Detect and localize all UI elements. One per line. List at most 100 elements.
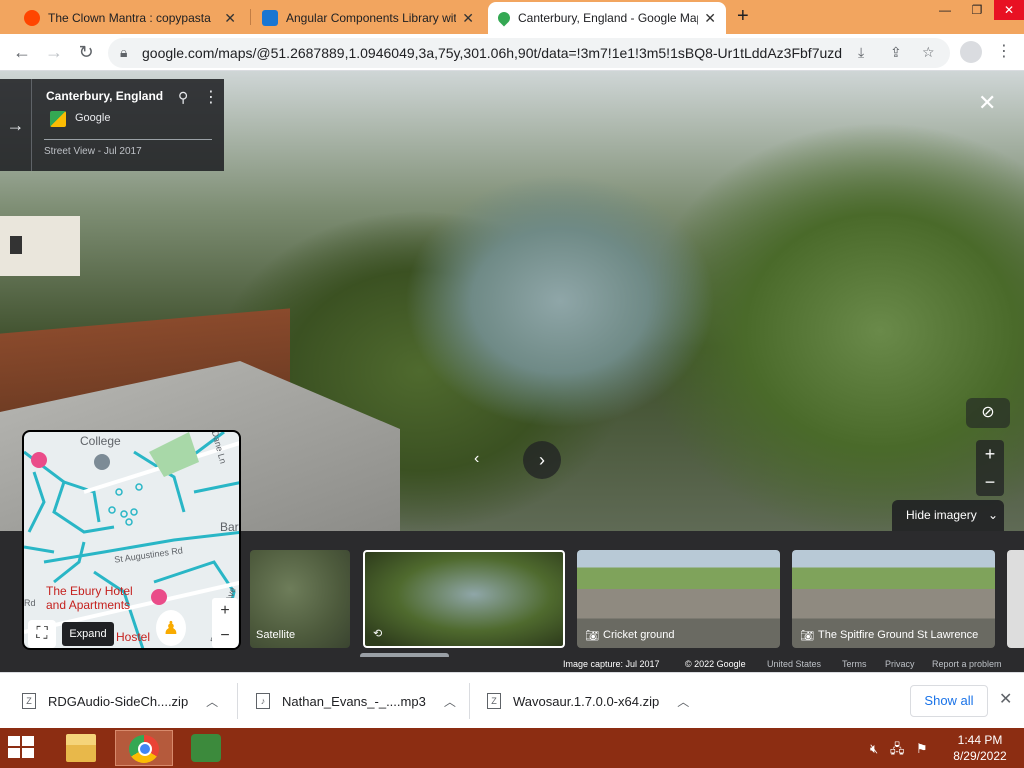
map-road-label: Rd bbox=[24, 598, 36, 608]
network-icon[interactable]: 🖧 bbox=[890, 741, 905, 756]
windows-taskbar: 🔇︎ 🖧 ⚑ 1:44 PM 8/29/2022 bbox=[0, 728, 1024, 768]
chevron-up-icon[interactable]: ︿ bbox=[444, 693, 456, 710]
tab-separator bbox=[250, 9, 251, 25]
photo-thumbnail[interactable]: 📷︎ Cricket ground bbox=[577, 550, 780, 648]
hide-imagery-label: Hide imagery bbox=[906, 508, 977, 522]
zoom-in-icon[interactable]: + bbox=[976, 440, 1004, 468]
expand-tooltip: Expand bbox=[62, 622, 114, 646]
report-problem-link[interactable]: Report a problem bbox=[932, 659, 1002, 669]
camera-icon: 📷︎ bbox=[800, 630, 814, 642]
clock-date[interactable]: 8/29/2022 bbox=[948, 749, 1012, 763]
hide-imagery-button[interactable]: Hide imagery ⌄ bbox=[892, 500, 1004, 531]
download-filename: Nathan_Evans_-_....mp3 bbox=[282, 693, 426, 709]
system-tray: 🔇︎ 🖧 ⚑ bbox=[870, 740, 928, 762]
privacy-link[interactable]: Privacy bbox=[885, 659, 915, 669]
clock-time[interactable]: 1:44 PM bbox=[955, 733, 1005, 747]
action-center-icon[interactable]: ⚑ bbox=[916, 741, 928, 756]
window-close-icon[interactable]: ✕ bbox=[994, 0, 1024, 20]
photo-thumbnail[interactable]: 📷︎ The Spitfire Ground St Lawrence bbox=[792, 550, 995, 648]
game-app-icon[interactable] bbox=[177, 730, 235, 766]
chrome-center-shape bbox=[138, 742, 152, 756]
chevron-up-icon[interactable]: ︿ bbox=[206, 693, 218, 710]
zoom-out-icon[interactable]: − bbox=[976, 468, 1004, 496]
pegman-icon[interactable]: ♟ bbox=[156, 610, 186, 646]
tab-reddit[interactable]: The Clown Mantra : copypasta ✕ bbox=[14, 2, 246, 34]
forward-icon[interactable]: → bbox=[42, 41, 66, 65]
audio-file-icon: ♪ bbox=[256, 693, 270, 709]
compass-icon[interactable]: ⊘ bbox=[966, 398, 1010, 428]
camera-icon: 📷︎ bbox=[585, 630, 599, 642]
minimap-roads bbox=[24, 432, 239, 648]
download-item[interactable]: ♪ Nathan_Evans_-_....mp3 ︿ bbox=[256, 673, 456, 729]
country-link[interactable]: United States bbox=[767, 659, 821, 669]
close-tab-icon[interactable]: ✕ bbox=[704, 10, 716, 27]
chrome-icon[interactable] bbox=[115, 730, 173, 766]
thumbnail-label: The Spitfire Ground St Lawrence bbox=[818, 629, 979, 641]
map-poi-hotel[interactable]: The Ebury Hotel and Apartments bbox=[46, 584, 156, 612]
zoom-in-icon[interactable]: + bbox=[212, 598, 238, 623]
back-icon[interactable]: ← bbox=[10, 41, 34, 65]
map-poi-hostel[interactable]: Hostel bbox=[116, 630, 150, 644]
thumbnail-label: Cricket ground bbox=[603, 629, 675, 641]
volume-muted-icon[interactable]: 🔇︎ bbox=[870, 741, 878, 756]
divider bbox=[44, 139, 212, 140]
profile-avatar-icon[interactable] bbox=[960, 41, 982, 63]
close-street-view-icon[interactable]: ✕ bbox=[978, 90, 996, 116]
chevron-up-icon[interactable]: ︿ bbox=[677, 693, 689, 710]
location-pin-icon[interactable]: ⚲ bbox=[178, 89, 188, 106]
download-item[interactable]: Z Wavosaur.1.7.0.0-x64.zip ︿ bbox=[487, 673, 689, 729]
menu-kebab-icon[interactable]: ⋮ bbox=[996, 41, 1012, 61]
back-arrow-icon[interactable]: → bbox=[0, 79, 32, 171]
url-text: google.com/maps/@51.2687889,1.0946049,3a… bbox=[142, 45, 842, 61]
terms-link[interactable]: Terms bbox=[842, 659, 867, 669]
address-bar[interactable]: 🔒︎ google.com/maps/@51.2687889,1.0946049… bbox=[108, 38, 950, 68]
google-logo-icon bbox=[50, 111, 66, 127]
360-icon: ⟲ bbox=[373, 628, 383, 640]
zoom-out-icon[interactable]: − bbox=[212, 623, 238, 648]
expand-map-icon[interactable]: ⛶ bbox=[28, 620, 56, 648]
share-icon[interactable]: ⇪ bbox=[890, 44, 902, 61]
download-filename: RDGAudio-SideCh....zip bbox=[48, 693, 189, 709]
satellite-thumbnail[interactable]: Satellite bbox=[250, 550, 350, 648]
file-explorer-icon[interactable] bbox=[52, 730, 110, 766]
current-streetview-thumbnail[interactable]: ⟲ bbox=[363, 550, 565, 648]
capture-date-label[interactable]: Street View - Jul 2017 bbox=[44, 146, 142, 157]
chevron-right-icon[interactable]: › bbox=[523, 441, 561, 479]
minimap-zoom: + − bbox=[212, 598, 238, 648]
provider-label: Google bbox=[75, 112, 111, 124]
more-options-icon[interactable]: ⋮ bbox=[203, 87, 219, 107]
windows-start-icon[interactable] bbox=[8, 736, 36, 760]
close-tab-icon[interactable]: ✕ bbox=[224, 10, 236, 27]
show-all-button[interactable]: Show all bbox=[910, 685, 988, 717]
tab-title: The Clown Mantra : copypasta bbox=[48, 11, 211, 25]
street-view-zoom: + − bbox=[976, 440, 1004, 496]
place-title[interactable]: Canterbury, England bbox=[46, 89, 163, 103]
download-item[interactable]: Z RDGAudio-SideCh....zip ︿ bbox=[22, 673, 218, 729]
minimize-icon[interactable]: — bbox=[930, 0, 960, 20]
lock-icon[interactable]: 🔒︎ bbox=[120, 44, 127, 61]
restore-icon[interactable]: ❐ bbox=[962, 0, 992, 20]
close-tab-icon[interactable]: ✕ bbox=[462, 10, 474, 27]
chevron-left-icon[interactable]: ‹ bbox=[474, 450, 479, 468]
browser-toolbar: ← → ↻ 🔒︎ google.com/maps/@51.2687889,1.0… bbox=[0, 34, 1024, 71]
download-icon[interactable]: ⤓ bbox=[858, 44, 864, 61]
photo-thumbnail[interactable] bbox=[1007, 550, 1024, 648]
map-label: Bar bbox=[220, 520, 239, 534]
minimap[interactable]: College Dane Ln Bar St Augustines Rd Rd … bbox=[22, 430, 241, 650]
image-capture-label: Image capture: Jul 2017 bbox=[563, 659, 660, 669]
divider bbox=[469, 683, 470, 719]
chevron-down-icon: ⌄ bbox=[988, 508, 999, 522]
tab-angular[interactable]: Angular Components Library with ✕ bbox=[252, 2, 484, 34]
close-downloads-icon[interactable]: ✕ bbox=[999, 689, 1012, 709]
map-footer: Image capture: Jul 2017 © 2022 Google Un… bbox=[0, 657, 1024, 672]
download-filename: Wavosaur.1.7.0.0-x64.zip bbox=[513, 693, 660, 709]
tab-google-maps[interactable]: Canterbury, England - Google Maps ✕ bbox=[488, 2, 726, 34]
street-view-info-card: → Canterbury, England ⚲ ⋮ Google Street … bbox=[0, 79, 224, 171]
house-shape bbox=[0, 216, 80, 276]
bookmark-star-icon[interactable]: ☆ bbox=[922, 44, 935, 61]
thumbnail-label: Satellite bbox=[256, 629, 296, 641]
zip-file-icon: Z bbox=[22, 693, 36, 709]
angular-icon bbox=[262, 10, 278, 26]
new-tab-icon[interactable]: + bbox=[737, 5, 749, 28]
reload-icon[interactable]: ↻ bbox=[74, 41, 98, 65]
